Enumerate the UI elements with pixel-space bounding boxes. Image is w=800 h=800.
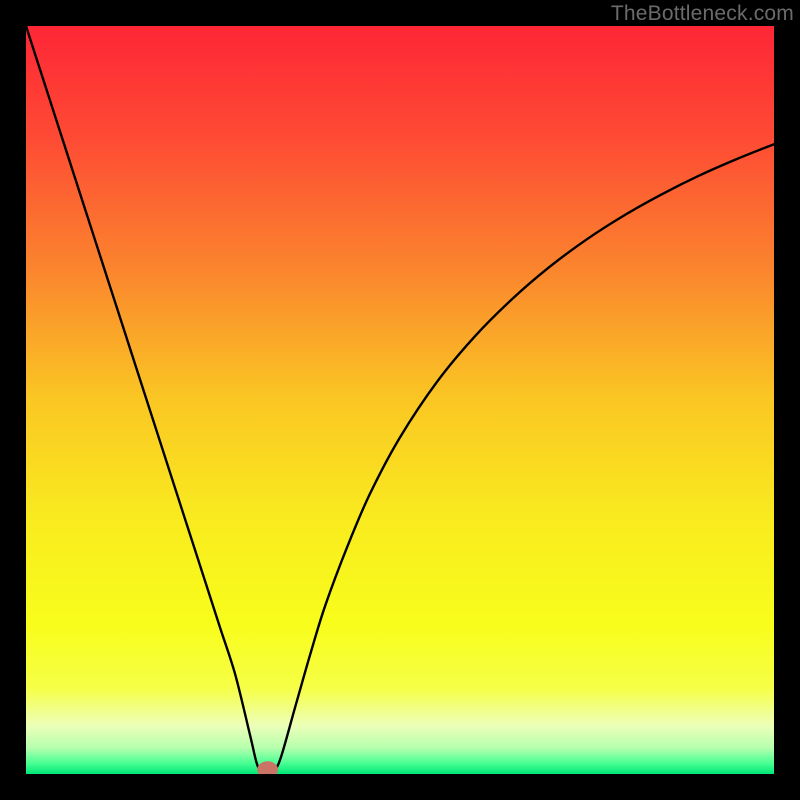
chart-frame xyxy=(26,26,774,774)
gradient-background xyxy=(26,26,774,774)
watermark-text: TheBottleneck.com xyxy=(611,2,794,26)
bottleneck-chart xyxy=(26,26,774,774)
